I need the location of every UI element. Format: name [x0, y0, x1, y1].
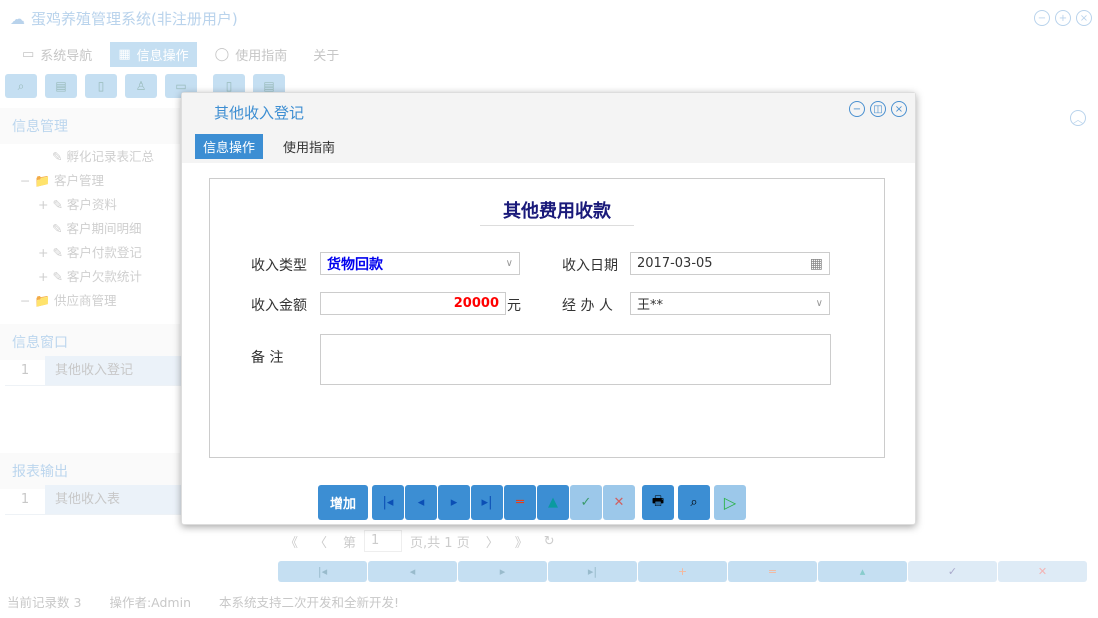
type-label: 收入类型 [251, 255, 307, 275]
last-record-button[interactable]: ▸| [471, 485, 503, 520]
type-select[interactable]: 货物回款∨ [320, 252, 520, 275]
first-record-button[interactable]: |◂ [372, 485, 404, 520]
delete-button[interactable]: ═ [504, 485, 536, 520]
tab-guide[interactable]: 使用指南 [275, 134, 343, 159]
table-icon[interactable]: ▤ [45, 74, 77, 98]
info-mgmt-header: 信息管理 [0, 108, 180, 144]
tree-item[interactable]: + ✎ 客户资料 [20, 193, 154, 217]
menu-system-nav[interactable]: ▭系统导航 [14, 42, 100, 67]
pager: 《〈 第 1 页,共 1 页 〉》↻ [285, 530, 555, 552]
monitor-icon: ▭ [22, 47, 34, 62]
print-icon[interactable]: 🖶 [642, 485, 674, 520]
dialog-title: 其他收入登记 [214, 102, 304, 123]
minimize-icon[interactable]: − [1034, 10, 1050, 26]
cancel-record-button[interactable]: ✕ [998, 561, 1087, 582]
prev-page-icon[interactable]: 〈 [314, 532, 327, 551]
tree-folder[interactable]: − 📁 供应商管理 [20, 289, 154, 313]
dialog-buttons: 增加 |◂ ◂ ▸ ▸| ═ ▲ ✓ ✕ 🖶 ⌕ ▷ [318, 485, 746, 520]
add-button[interactable]: 增加 [318, 485, 368, 520]
minimize-icon[interactable]: − [849, 101, 865, 117]
prev-record-button[interactable]: ◂ [368, 561, 457, 582]
grid-icon: ▦ [118, 47, 130, 62]
tree-item[interactable]: + ✎ 客户欠款统计 [20, 265, 154, 289]
note-textarea[interactable] [320, 334, 831, 385]
search-icon[interactable]: ⌕ [5, 74, 37, 98]
handler-select[interactable]: 王**∨ [630, 292, 830, 315]
amount-input[interactable]: 20000 [320, 292, 506, 315]
unit-label: 元 [507, 295, 521, 315]
income-form: 其他费用收款 收入类型 货物回款∨ 收入日期 2017-03-05▦ 收入金额 … [209, 178, 885, 458]
first-page-icon[interactable]: 《 [285, 532, 298, 551]
cancel-button[interactable]: ✕ [603, 485, 635, 520]
income-dialog: 其他收入登记 −◫ × 信息操作 使用指南 其他费用收款 收入类型 货物回款∨ 收… [181, 92, 916, 525]
chevron-down-icon: ∨ [506, 258, 513, 269]
main-menu: ▭系统导航 ▦信息操作 ◯使用指南 关于 [14, 42, 347, 67]
prev-record-button[interactable]: ◂ [405, 485, 437, 520]
next-record-button[interactable]: ▸ [458, 561, 547, 582]
report-header: 报表输出 [0, 453, 180, 489]
info-window-header: 信息窗口 [0, 324, 180, 360]
dialog-controls: −◫ × [849, 101, 907, 117]
menu-about[interactable]: 关于 [305, 42, 347, 67]
date-label: 收入日期 [562, 255, 618, 275]
restore-icon[interactable]: ◫ [870, 101, 886, 117]
calendar-icon[interactable]: ▦ [810, 256, 823, 272]
date-input[interactable]: 2017-03-05▦ [630, 252, 830, 275]
edit-record-button[interactable]: ▴ [818, 561, 907, 582]
list-item[interactable]: 1其他收入表 [5, 485, 185, 515]
edit-button[interactable]: ▲ [537, 485, 569, 520]
add-record-button[interactable]: + [638, 561, 727, 582]
document-icon[interactable]: ▯ [85, 74, 117, 98]
run-icon[interactable]: ▷ [714, 485, 746, 520]
next-page-icon[interactable]: 〉 [486, 532, 499, 551]
handler-label: 经 办 人 [562, 295, 613, 315]
nav-tree: ✎ 孵化记录表汇总 − 📁 客户管理 + ✎ 客户资料 ✎ 客户期间明细 + ✎… [20, 145, 154, 313]
close-icon[interactable]: × [891, 101, 907, 117]
tree-item[interactable]: + ✎ 客户付款登记 [20, 241, 154, 265]
last-page-icon[interactable]: 》 [515, 532, 528, 551]
save-button[interactable]: ✓ [570, 485, 602, 520]
tab-info-ops[interactable]: 信息操作 [195, 134, 263, 159]
tree-item[interactable]: ✎ 客户期间明细 [20, 217, 154, 241]
app-title: ☁蛋鸡养殖管理系统(非注册用户) [10, 8, 238, 29]
collapse-icon[interactable]: ︿ [1070, 110, 1086, 126]
close-icon[interactable]: × [1076, 10, 1092, 26]
status-bar: 当前记录数 3操作者:Admin本系统支持二次开发和全新开发! [7, 592, 399, 611]
tree-item[interactable]: ✎ 孵化记录表汇总 [20, 145, 154, 169]
maximize-icon[interactable]: + [1055, 10, 1071, 26]
help-icon: ◯ [215, 47, 230, 62]
delete-record-button[interactable]: = [728, 561, 817, 582]
note-label: 备 注 [251, 347, 283, 367]
save-record-button[interactable]: ✓ [908, 561, 997, 582]
list-item[interactable]: 1其他收入登记 [5, 356, 185, 386]
menu-info-ops[interactable]: ▦信息操作 [110, 42, 196, 67]
last-record-button[interactable]: ▸| [548, 561, 637, 582]
users-icon[interactable]: ♙ [125, 74, 157, 98]
form-title: 其他费用收款 [480, 197, 634, 226]
preview-icon[interactable]: ⌕ [678, 485, 710, 520]
cloud-icon: ☁ [10, 10, 25, 28]
first-record-button[interactable]: |◂ [278, 561, 367, 582]
menu-guide[interactable]: ◯使用指南 [207, 42, 296, 67]
page-input[interactable]: 1 [364, 530, 402, 552]
refresh-icon[interactable]: ↻ [544, 534, 555, 549]
chevron-down-icon: ∨ [816, 298, 823, 309]
bottom-nav-buttons: |◂ ◂ ▸ ▸| + = ▴ ✓ ✕ [278, 561, 1087, 582]
tree-folder[interactable]: − 📁 客户管理 [20, 169, 154, 193]
amount-label: 收入金额 [251, 295, 307, 315]
next-record-button[interactable]: ▸ [438, 485, 470, 520]
window-controls: −+ × [1034, 10, 1092, 26]
